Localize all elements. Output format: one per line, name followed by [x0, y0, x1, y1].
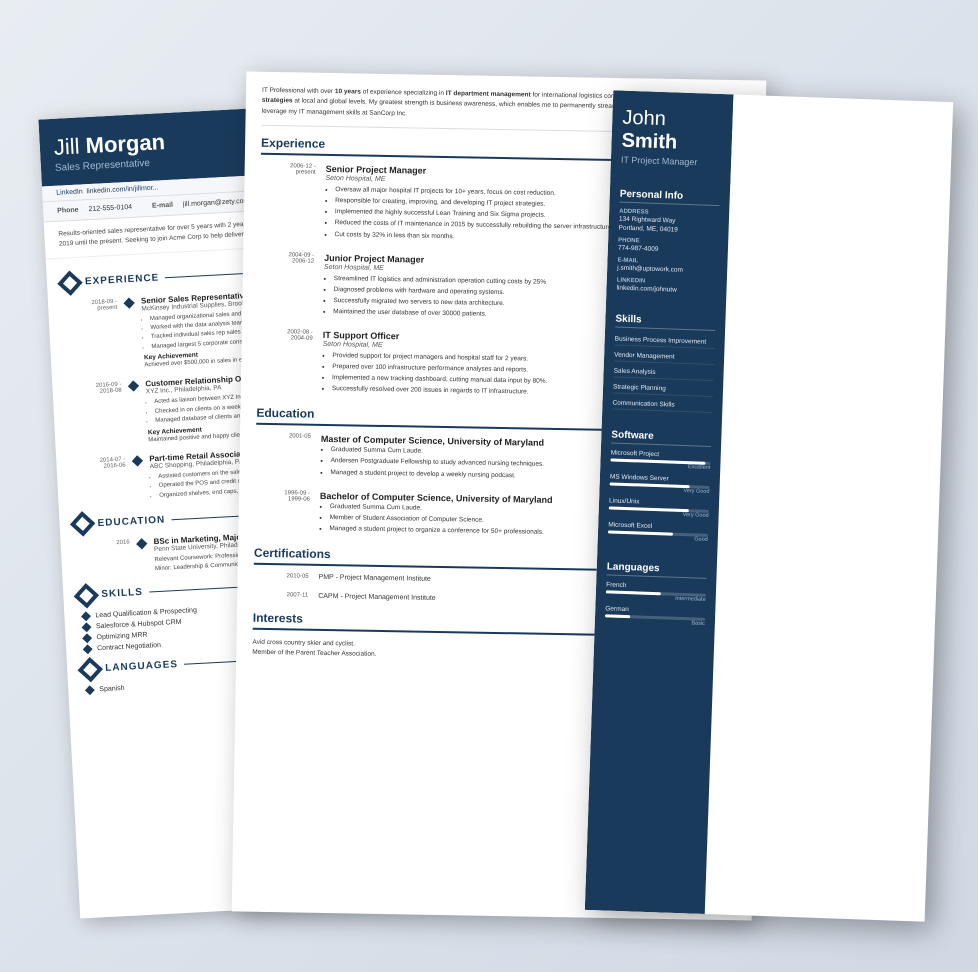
software-section: Software Microsoft Project Excellent MS …: [597, 422, 722, 558]
middle-date: 2002-08 -2004-09: [257, 329, 313, 395]
cert-date: 2010-05: [254, 573, 309, 581]
education-title: EDUCATION: [97, 514, 165, 529]
software-bar: Linux/Unix Very Good: [609, 498, 710, 519]
languages-title: LANGUAGES: [105, 660, 178, 675]
john-header: John Smith IT Project Manager: [610, 90, 733, 184]
skill-diamond: [82, 633, 92, 643]
skill-name: Optimizing MRR: [96, 632, 147, 642]
software-bar: Microsoft Project Excellent: [610, 450, 711, 471]
languages-icon: [78, 657, 103, 682]
edu-date: 2016: [75, 539, 132, 578]
skill-name: Lead Qualification & Prospecting: [95, 607, 197, 619]
phone-row: Phone 774-987-4009: [618, 238, 718, 257]
skill-item: Communication Skills: [612, 398, 712, 413]
job-date: 2016-09 -2018-08: [66, 381, 124, 448]
address-value: 134 Rightward WayPortland, ME, 04019: [618, 215, 719, 237]
personal-info-section: Personal Info Address 134 Rightward WayP…: [606, 180, 730, 310]
skill-item: Strategic Planning: [613, 382, 713, 397]
languages-section-title: Languages: [606, 562, 706, 579]
skill-name: Contract Negotiation: [97, 642, 161, 652]
skills-icon: [74, 583, 99, 608]
timeline-dot: [136, 538, 147, 549]
lang-bar: German Basic: [605, 606, 706, 627]
middle-edu-date: 1996-09 -1999-06: [254, 489, 310, 534]
skill-item: Sales Analysis: [613, 366, 713, 381]
timeline-dot: [128, 381, 139, 392]
experience-icon: [57, 270, 82, 295]
lang-bar: French Intermediate: [606, 582, 707, 603]
middle-date: 2004-09 -2006-12: [258, 251, 314, 317]
personal-info-title: Personal Info: [619, 189, 719, 206]
timeline-dot: [132, 455, 143, 466]
lang-diamond: [85, 685, 95, 695]
experience-title: EXPERIENCE: [85, 273, 160, 288]
skill-diamond: [81, 611, 91, 621]
skill-item: Vendor Management: [614, 350, 714, 365]
education-icon: [70, 511, 95, 536]
skills-title: SKILLS: [101, 587, 143, 600]
email-row: E-mail j.smith@uptowork.com: [617, 258, 717, 277]
linkedin-row: LinkedIn linkedin.com/johnutw: [616, 278, 716, 297]
software-bar: Microsoft Excel Good: [608, 522, 709, 543]
skills-list: Business Process Improvement Vendor Mana…: [612, 334, 715, 413]
skills-section: Skills Business Process Improvement Vend…: [602, 306, 726, 426]
job-date: 2018-09 -present: [62, 297, 121, 374]
cert-date: 2007-11: [253, 592, 308, 600]
resume-john: John Smith IT Project Manager Personal I…: [585, 90, 953, 921]
john-title: IT Project Manager: [621, 155, 721, 168]
middle-date: 2006-12 -present: [259, 163, 315, 240]
timeline-dot: [123, 297, 134, 308]
address-row: Address 134 Rightward WayPortland, ME, 0…: [618, 209, 719, 237]
lang-name: Spanish: [99, 685, 125, 693]
job-date: 2014-07 -2016-06: [70, 456, 127, 506]
skill-name: Salesforce & Hubspot CRM: [96, 619, 182, 630]
languages-section: Languages French Intermediate German Bas…: [594, 554, 717, 642]
software-bar: MS Windows Server Very Good: [609, 474, 710, 495]
john-name: John Smith: [621, 107, 723, 156]
skill-diamond: [83, 644, 93, 654]
skills-section-title: Skills: [615, 314, 715, 331]
middle-edu-date: 2001-05: [255, 433, 311, 478]
skill-item: Business Process Improvement: [614, 334, 714, 349]
skill-diamond: [82, 622, 92, 632]
resume-stack: Jill Morgan Sales Representative LinkedI…: [39, 46, 939, 926]
software-section-title: Software: [611, 430, 711, 447]
